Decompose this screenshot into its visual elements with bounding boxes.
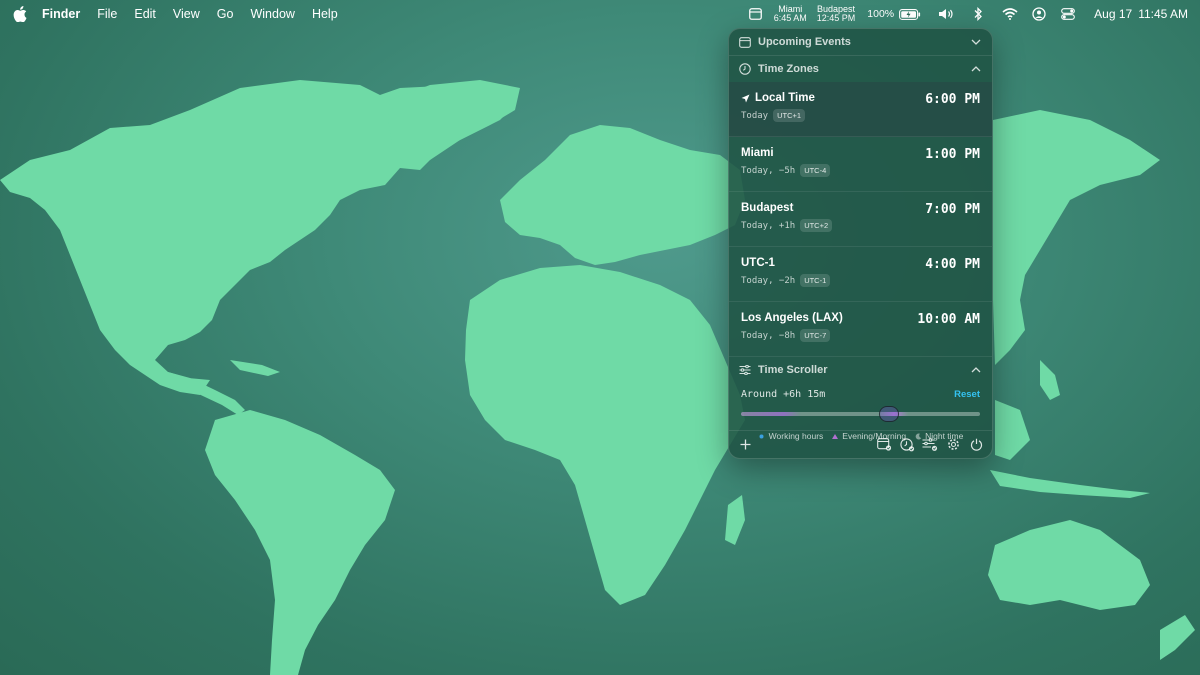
chevron-down-icon[interactable] bbox=[970, 36, 982, 48]
apple-logo-icon[interactable] bbox=[10, 6, 30, 22]
battery-icon[interactable] bbox=[898, 6, 922, 22]
slider-thumb[interactable] bbox=[879, 406, 900, 422]
timezone-time: 4:00 PM bbox=[925, 257, 980, 272]
user-account-icon[interactable] bbox=[1031, 6, 1047, 22]
scroller-toggle-icon[interactable] bbox=[922, 437, 938, 453]
battery-percent: 100% bbox=[867, 8, 895, 20]
timezone-row-miami[interactable]: Miami Today, −5h UTC-4 1:00 PM bbox=[729, 137, 992, 192]
map-south-america bbox=[205, 410, 395, 675]
timezone-name: UTC-1 bbox=[741, 257, 775, 269]
menubar-clock[interactable]: 11:45 AM bbox=[1138, 7, 1188, 21]
map-australia bbox=[988, 520, 1150, 610]
timezone-row-local[interactable]: Local Time Today UTC+1 6:00 PM bbox=[729, 82, 992, 137]
utc-badge: UTC-1 bbox=[800, 274, 831, 287]
world-clock-miami[interactable]: Miami 6:45 AM bbox=[774, 5, 807, 23]
timezone-offset: Today, −8h bbox=[741, 330, 796, 341]
map-madagascar bbox=[725, 495, 745, 545]
timezone-offset: Today, −5h bbox=[741, 165, 796, 176]
world-clock-time: 6:45 AM bbox=[773, 13, 807, 23]
chevron-up-icon[interactable] bbox=[970, 63, 982, 75]
time-zones-label: Time Zones bbox=[758, 63, 819, 75]
time-zones-header[interactable]: Time Zones bbox=[729, 56, 992, 82]
sliders-icon bbox=[739, 364, 751, 376]
utc-badge: UTC+1 bbox=[773, 109, 806, 122]
timezone-row-los-angeles[interactable]: Los Angeles (LAX) Today, −8h UTC-7 10:00… bbox=[729, 302, 992, 357]
timezone-time: 10:00 AM bbox=[917, 312, 980, 327]
clock-icon bbox=[739, 63, 751, 75]
time-slider[interactable] bbox=[741, 405, 980, 425]
time-zones-popover: Upcoming Events Time Zones Local Time To… bbox=[728, 28, 993, 459]
map-caribbean bbox=[230, 360, 280, 376]
menu-window[interactable]: Window bbox=[250, 7, 294, 21]
calendar-icon bbox=[739, 36, 751, 48]
menu-app-name[interactable]: Finder bbox=[42, 7, 80, 21]
power-quit-icon[interactable] bbox=[968, 437, 984, 453]
map-central-america bbox=[168, 372, 245, 415]
map-africa bbox=[465, 265, 745, 605]
world-clock-budapest[interactable]: Budapest 12:45 PM bbox=[817, 5, 856, 23]
slider-track[interactable] bbox=[741, 412, 980, 416]
scroller-offset-value: Around +6h 15m bbox=[741, 388, 826, 400]
clock-toggle-icon[interactable] bbox=[899, 437, 915, 453]
timezone-name: Los Angeles (LAX) bbox=[741, 312, 843, 324]
control-center-icon[interactable] bbox=[1060, 6, 1076, 22]
bluetooth-icon[interactable] bbox=[970, 6, 986, 22]
map-asia bbox=[993, 110, 1160, 365]
utc-badge: UTC-7 bbox=[800, 329, 831, 342]
upcoming-events-header[interactable]: Upcoming Events bbox=[729, 29, 992, 55]
menu-file[interactable]: File bbox=[97, 7, 117, 21]
upcoming-events-label: Upcoming Events bbox=[758, 36, 851, 48]
utc-badge: UTC-4 bbox=[800, 164, 831, 177]
timezone-time: 1:00 PM bbox=[925, 147, 980, 162]
world-clock-time: 12:45 PM bbox=[816, 13, 856, 23]
timezone-offset: Today bbox=[741, 110, 769, 121]
timezone-name: Local Time bbox=[755, 92, 815, 104]
volume-icon[interactable] bbox=[938, 6, 954, 22]
time-scroller-header[interactable]: Time Scroller bbox=[729, 357, 992, 383]
utc-badge: UTC+2 bbox=[800, 219, 833, 232]
menu-bar: Finder File Edit View Go Window Help Mia… bbox=[0, 0, 1200, 28]
map-new-zealand bbox=[1160, 615, 1195, 660]
menu-help[interactable]: Help bbox=[312, 7, 338, 21]
map-indonesia bbox=[990, 470, 1150, 498]
map-europe bbox=[500, 125, 745, 265]
timezone-name: Budapest bbox=[741, 202, 794, 214]
menu-edit[interactable]: Edit bbox=[134, 7, 156, 21]
timezone-row-budapest[interactable]: Budapest Today, +1h UTC+2 7:00 PM bbox=[729, 192, 992, 247]
menubar-date[interactable]: Aug 17 bbox=[1094, 7, 1132, 21]
map-japan bbox=[1040, 360, 1060, 400]
time-scroller-label: Time Scroller bbox=[758, 364, 828, 376]
wifi-icon[interactable] bbox=[1002, 6, 1018, 22]
menu-go[interactable]: Go bbox=[217, 7, 234, 21]
panel-footer bbox=[729, 430, 992, 458]
calendar-menubar-icon[interactable] bbox=[748, 6, 764, 22]
timezone-row-utc-minus-1[interactable]: UTC-1 Today, −2h UTC-1 4:00 PM bbox=[729, 247, 992, 302]
wallpaper-world-map bbox=[0, 80, 1195, 675]
timezone-time: 7:00 PM bbox=[925, 202, 980, 217]
menu-view[interactable]: View bbox=[173, 7, 200, 21]
chevron-up-icon[interactable] bbox=[970, 364, 982, 376]
timezone-offset: Today, +1h bbox=[741, 220, 796, 231]
settings-gear-icon[interactable] bbox=[945, 437, 961, 453]
location-arrow-icon bbox=[741, 93, 751, 103]
reset-button[interactable]: Reset bbox=[954, 389, 980, 400]
timezone-name: Miami bbox=[741, 147, 774, 159]
map-philippines bbox=[995, 400, 1030, 460]
calendar-toggle-icon[interactable] bbox=[876, 437, 892, 453]
timezone-offset: Today, −2h bbox=[741, 275, 796, 286]
add-icon[interactable] bbox=[737, 437, 753, 453]
timezone-time: 6:00 PM bbox=[925, 92, 980, 107]
